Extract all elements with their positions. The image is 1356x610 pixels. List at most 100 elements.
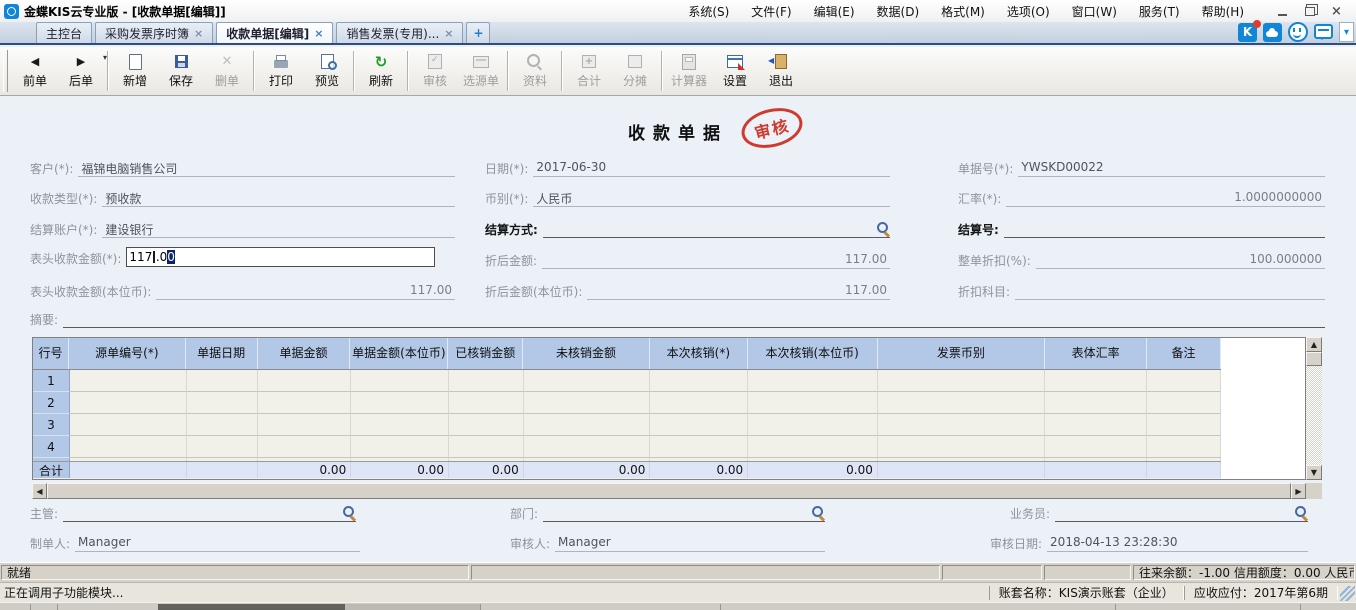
restore-button[interactable] [1296,2,1323,20]
lookup-magnifier-icon[interactable] [812,506,825,519]
scroll-right-icon[interactable]: ▶ [1291,483,1306,499]
menu-file[interactable]: 文件(F) [740,3,802,20]
minimize-button[interactable] [1269,2,1296,20]
row-number[interactable]: 2 [33,392,70,414]
print-preview-button[interactable]: 预览 [304,49,350,93]
resize-grip-icon[interactable] [1340,586,1355,601]
lookup-magnifier-icon[interactable] [1295,506,1308,519]
os-taskbar-sliver [0,602,1356,610]
col-header-current-settle-local[interactable]: 本次核销(本位币) [748,338,878,369]
customer-value[interactable]: 福锦电脑销售公司 [78,160,455,177]
col-header-row-no[interactable]: 行号 [33,338,69,369]
menu-edit[interactable]: 编辑(E) [803,3,866,20]
smiley-icon[interactable] [1288,22,1308,42]
currency-value[interactable]: 人民币 [533,190,890,207]
col-header-unsettled[interactable]: 未核销金额 [523,338,650,369]
row-number[interactable]: 4 [33,436,70,458]
col-header-remark[interactable]: 备注 [1147,338,1221,369]
dropdown-arrow-icon[interactable]: ▾ [103,53,107,62]
date-value[interactable]: 2017-06-30 [533,160,890,177]
menu-options[interactable]: 选项(O) [996,3,1061,20]
status-section [1044,565,1131,580]
close-button[interactable]: × [1323,2,1350,20]
settle-no-value[interactable] [1004,221,1325,238]
menu-system[interactable]: 系统(S) [677,3,740,20]
exit-button[interactable]: 退出 [758,49,804,93]
settings-button[interactable]: 设置 [712,49,758,93]
grid-row[interactable]: 5 [33,458,1221,461]
tab-close-icon[interactable]: × [314,28,323,39]
vertical-scrollbar[interactable]: ▲ ▼ [1306,337,1322,480]
col-header-invoice-currency[interactable]: 发票币别 [878,338,1046,369]
tab-sales-invoice[interactable]: 销售发票(专用)... × [336,22,463,43]
col-header-source-no[interactable]: 源单编号(*) [69,338,186,369]
supervisor-field: 主管: [30,505,356,522]
menu-data[interactable]: 数据(D) [866,3,931,20]
tab-main-console[interactable]: 主控台 [36,22,92,43]
tab-receipt-edit[interactable]: 收款单据[编辑] × [216,22,333,43]
menu-window[interactable]: 窗口(W) [1061,3,1128,20]
menu-format[interactable]: 格式(M) [930,3,996,20]
grid-row[interactable]: 2 [33,392,1221,414]
next-doc-button[interactable]: 后单 ▾ [58,49,104,93]
lookup-magnifier-icon[interactable] [343,506,356,519]
head-amount-field: 表头收款金额(*): 117.00 [30,250,455,267]
tab-close-icon[interactable]: × [194,28,203,39]
kingdee-k-icon[interactable]: K [1238,23,1257,42]
salesman-value[interactable] [1055,505,1308,522]
scroll-up-icon[interactable]: ▲ [1306,337,1322,352]
exchange-rate-value: 1.0000000000 [1006,190,1325,207]
department-field: 部门: [510,505,825,522]
print-button[interactable]: 打印 [258,49,304,93]
grid-row[interactable]: 1 [33,370,1221,392]
receipt-type-value[interactable]: 预收款 [102,190,455,207]
menu-service[interactable]: 服务(T) [1128,3,1191,20]
save-button[interactable]: 保存 [158,49,204,93]
next-arrow-icon [77,53,85,70]
taskbar-active-item[interactable] [158,604,345,610]
scrollbar-thumb[interactable] [1306,352,1322,366]
settle-account-value[interactable]: 建设银行 [102,221,455,238]
col-header-settled[interactable]: 已核销金额 [448,338,523,369]
tab-close-icon[interactable]: × [444,28,453,39]
summary-value[interactable] [63,311,1325,328]
scroll-left-icon[interactable]: ◀ [32,483,47,499]
refresh-button[interactable]: 刷新 [358,49,404,93]
row-number[interactable]: 1 [33,370,70,392]
audit-button: 审核 [412,49,458,93]
col-header-body-rate[interactable]: 表体汇率 [1045,338,1147,369]
head-amount-input[interactable]: 117.00 [126,247,435,267]
toolbar-separator [253,51,255,91]
lookup-magnifier-icon[interactable] [877,222,890,235]
taskbar-item[interactable] [345,604,480,610]
col-header-bill-amount[interactable]: 单据金额 [258,338,351,369]
collapse-chevron-icon[interactable]: ▾ [1339,22,1354,42]
settle-method-value[interactable] [543,221,890,238]
add-tab-button[interactable]: + [466,22,490,43]
allocate-icon [628,55,642,68]
discount-account-value[interactable] [1015,283,1325,300]
exchange-rate-field: 汇率(*): 1.0000000000 [958,190,1325,207]
creator-field: 制单人: Manager [30,535,360,552]
col-header-bill-amount-local[interactable]: 单据金额(本位币) [350,338,448,369]
department-value[interactable] [543,505,825,522]
status-bar: 就绪 往来余额：-1.00 信用额度：0.00 人民币 [0,562,1356,582]
message-icon[interactable] [1314,24,1333,39]
col-header-bill-date[interactable]: 单据日期 [186,338,258,369]
horizontal-scrollbar[interactable]: ◀ ▶ [32,483,1306,499]
row-number[interactable]: 3 [33,414,70,436]
supervisor-value[interactable] [63,505,356,522]
toolbar-grip[interactable] [3,50,8,92]
grid-row[interactable]: 4 [33,436,1221,458]
new-button[interactable]: 新增 [112,49,158,93]
salesman-field: 业务员: [1010,505,1308,522]
toolbar-separator [107,51,109,91]
scrollbar-thumb[interactable] [47,483,1291,499]
prev-doc-button[interactable]: 前单 [12,49,58,93]
scroll-down-icon[interactable]: ▼ [1306,465,1322,480]
menu-help[interactable]: 帮助(H) [1191,3,1255,20]
cloud-sync-icon[interactable] [1263,23,1282,42]
col-header-current-settle[interactable]: 本次核销(*) [650,338,748,369]
grid-row[interactable]: 3 [33,414,1221,436]
tab-purchase-invoice-list[interactable]: 采购发票序时簿 × [95,22,213,43]
